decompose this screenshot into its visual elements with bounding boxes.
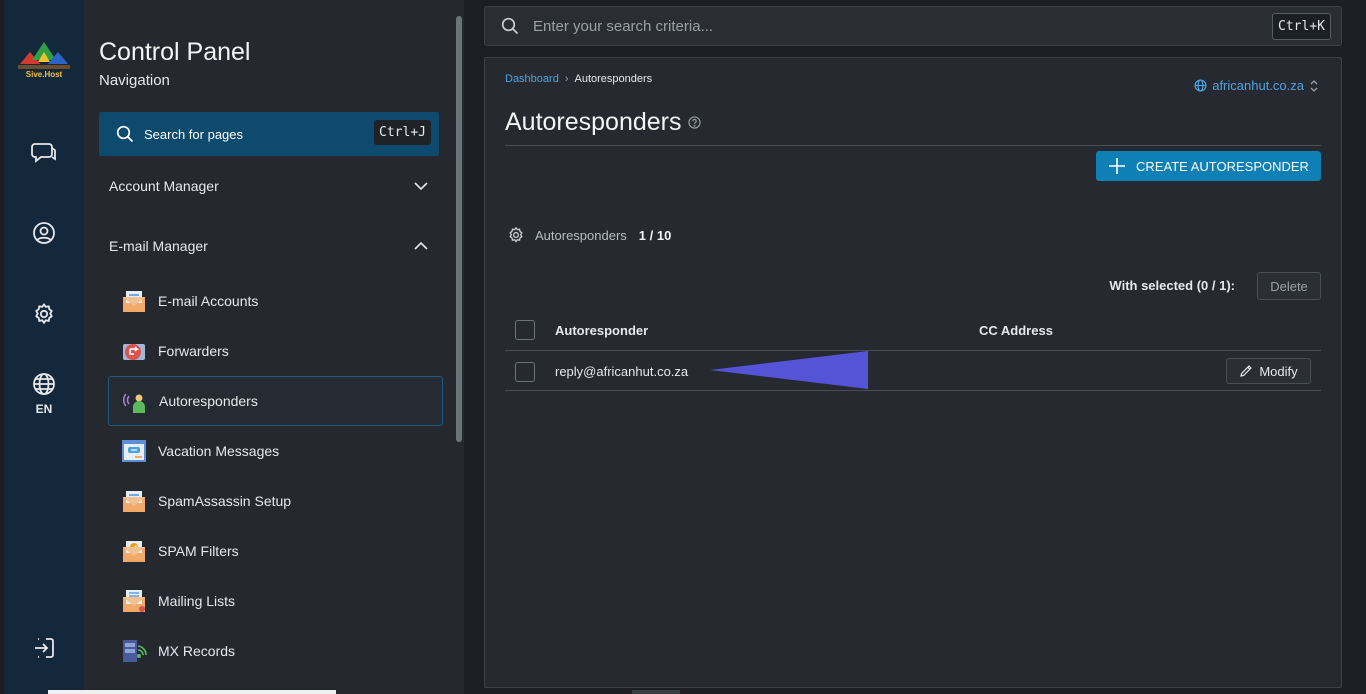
taskbar-strip [48,690,336,694]
title-divider [505,145,1321,146]
with-selected-label: With selected (0 / 1): [1109,278,1235,293]
chevron-down-icon [414,182,428,191]
nav-item-label: Forwarders [158,343,229,359]
modify-label: Modify [1259,363,1298,379]
nav-item-mx-records[interactable]: MX Records [108,626,443,676]
page-search-label: Search for pages [144,126,244,142]
page-search-shortcut: Ctrl+J [374,120,431,145]
nav-item-email-accounts[interactable]: E-mail Accounts [108,276,443,326]
section-account-manager[interactable]: Account Manager [109,174,429,198]
nav-item-label: Vacation Messages [158,443,280,459]
nav-scrollbar[interactable] [456,6,462,686]
mx-records-icon [121,638,147,664]
section-email-manager[interactable]: E-mail Manager [109,234,429,258]
domain-name: africanhut.co.za [1212,78,1304,93]
nav-item-label: SPAM Filters [158,543,239,559]
nav-title: Control Panel [99,38,251,66]
nav-item-label: MX Records [158,643,236,659]
nav-scrollbar-thumb[interactable] [456,16,462,442]
nav-item-spam-filters[interactable]: SPAM Filters [108,526,443,576]
autoresponders-icon [122,388,148,414]
chevron-up-icon [414,241,428,250]
settings-gear-icon[interactable] [28,298,60,330]
domain-selector[interactable]: africanhut.co.za [1194,78,1319,93]
count-label: Autoresponders [535,227,627,243]
navigation-panel: Control Panel Navigation Search for page… [84,0,464,694]
taskbar-strip-secondary [632,690,680,694]
header-divider [505,350,1321,351]
language-code[interactable]: EN [24,402,64,416]
nav-item-forwarders[interactable]: Forwarders [108,326,443,376]
nav-item-label: Mailing Lists [158,593,236,609]
nav-item-autoresponders[interactable]: Autoresponders [108,376,443,426]
plus-icon [1109,158,1126,174]
autoresponder-count: Autoresponders 1 / 10 [507,226,671,244]
nav-item-label: E-mail Accounts [158,293,259,309]
global-search-placeholder: Enter your search criteria... [533,17,714,35]
breadcrumb-separator: › [564,73,569,85]
spam-filters-icon [121,538,147,564]
breadcrumb-dashboard-link[interactable]: Dashboard [505,73,559,85]
nav-item-label: SpamAssassin Setup [158,493,292,509]
create-autoresponder-button[interactable]: CREATE AUTORESPONDER [1096,151,1321,181]
global-search-shortcut: Ctrl+K [1272,13,1331,40]
chat-icon[interactable] [28,136,60,168]
search-icon [116,125,134,143]
chevron-updown-icon [1310,79,1318,92]
logout-icon[interactable] [28,632,60,664]
mailing-lists-icon [121,588,147,614]
column-header-autoresponder[interactable]: Autoresponder [555,323,648,338]
svg-text:Sive.Host: Sive.Host [26,70,63,79]
table-settings-gear-icon[interactable] [507,226,525,244]
globe-icon [1194,79,1207,92]
modify-button[interactable]: Modify [1226,358,1311,384]
forwarders-icon [121,338,147,364]
help-icon[interactable] [687,116,701,129]
row-autoresponder-email: reply@africanhut.co.za [555,364,689,379]
sive-host-logo[interactable]: Sive.Host [14,38,74,82]
email-accounts-icon [121,288,147,314]
section-label: Account Manager [109,178,219,194]
count-value: 1 / 10 [638,227,672,243]
breadcrumb-current: Autoresponders [574,73,653,85]
create-autoresponder-label: CREATE AUTORESPONDER [1136,158,1309,174]
vacation-messages-icon [121,438,147,464]
page-search-button[interactable]: Search for pages Ctrl+J [99,112,439,156]
nav-item-mailing-lists[interactable]: Mailing Lists [108,576,443,626]
global-search-bar[interactable]: Enter your search criteria... Ctrl+K [484,6,1342,46]
page-title: Autoresponders [505,108,701,137]
nav-subtitle: Navigation [99,72,170,89]
content-panel: Dashboard › Autoresponders africanhut.co… [484,57,1342,688]
nav-item-vacation-messages[interactable]: Vacation Messages [108,426,443,476]
delete-button[interactable]: Delete [1257,272,1321,300]
language-globe-icon[interactable] [28,368,60,400]
nav-item-spamassassin-setup[interactable]: SpamAssassin Setup [108,476,443,526]
annotation-arrow [710,351,868,389]
page-title-text: Autoresponders [505,108,682,136]
row-divider [505,390,1321,391]
spamassassin-icon [121,488,147,514]
nav-item-label: Autoresponders [159,393,258,409]
row-checkbox[interactable] [515,362,535,382]
breadcrumb: Dashboard › Autoresponders [505,73,652,85]
icon-rail: Sive.Host EN [4,0,84,694]
user-profile-icon[interactable] [28,217,60,249]
section-label: E-mail Manager [109,238,208,254]
column-header-cc-address[interactable]: CC Address [979,323,1053,338]
select-all-checkbox[interactable] [515,320,535,340]
search-icon [501,17,519,35]
pencil-icon [1240,365,1253,377]
